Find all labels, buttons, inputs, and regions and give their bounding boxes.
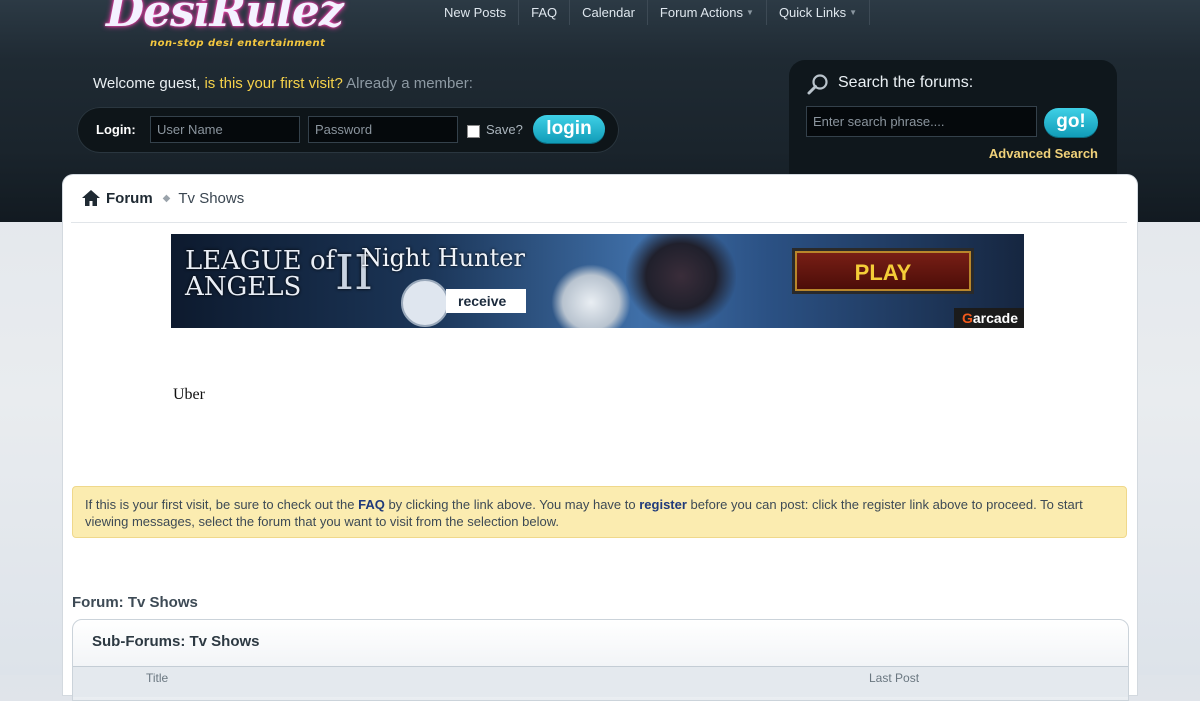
welcome-prefix: Welcome guest, [93,75,205,92]
chevron-down-icon: ▼ [746,8,754,17]
search-panel: Search the forums: go! Advanced Search [789,60,1117,190]
ad-brand-mark: G [961,310,973,326]
ad-headline: Night Hunter [361,244,525,272]
uber-text: Uber [173,386,205,403]
welcome-message: Welcome guest, is this your first visit?… [93,75,473,92]
already-member-text: Already a member: [346,75,473,92]
first-visit-notice: If this is your first visit, be sure to … [72,486,1127,538]
faq-link[interactable]: FAQ [358,497,385,512]
login-button[interactable]: login [533,115,605,143]
subforum-title: Sub-Forums: Tv Shows [92,633,260,650]
username-input[interactable] [150,116,300,143]
logo-tagline: non-stop desi entertainment [150,38,326,49]
breadcrumb-separator-icon: ◆ [162,192,171,204]
nav-new-posts-label: New Posts [444,5,507,20]
search-icon [807,74,828,95]
ad-game-logo: LEAGUE of ANGELS II [185,246,373,302]
logo-wordmark: DesiRulez [106,0,344,37]
ad-game-line1: LEAGUE of [185,246,336,276]
emblem-icon [401,279,449,327]
nav-quick-links[interactable]: Quick Links ▼ [767,0,871,25]
breadcrumb-home[interactable]: Forum [106,190,153,207]
hero-image [626,234,736,328]
ad-game-line2: ANGELS [185,272,302,302]
search-title: Search the forums: [838,74,974,91]
subforum-block: Sub-Forums: Tv Shows Title Last Post [72,619,1129,701]
nav-calendar[interactable]: Calendar [570,0,648,25]
breadcrumb-divider [71,222,1127,223]
ad-receive-label: receive [446,289,526,313]
nav-forum-actions-label: Forum Actions [659,5,744,20]
column-title: Title [146,671,169,685]
forum-heading: Forum: Tv Shows [72,594,198,611]
password-input[interactable] [308,116,458,143]
nav-faq-label: FAQ [531,5,558,20]
save-label: Save? [486,122,523,137]
ad-play-button[interactable]: PLAY [792,248,974,294]
nav-new-posts[interactable]: New Posts [432,0,520,25]
breadcrumb-current: Tv Shows [178,189,245,207]
wolf-image [551,264,631,328]
notice-text-2: by clicking the link above. You may have… [384,497,640,512]
nav-quick-links-label: Quick Links [778,5,847,20]
login-form: Login: Save? login [77,107,619,153]
nav-calendar-label: Calendar [582,5,635,20]
top-navigation: New Posts FAQ Calendar Forum Actions ▼ Qu… [432,0,871,25]
home-icon[interactable] [81,189,101,207]
subforum-column-header: Title Last Post [73,666,1128,697]
search-go-button[interactable]: go! [1044,108,1098,137]
first-visit-link[interactable]: is this your first visit? [204,75,342,92]
chevron-down-icon: ▼ [849,8,858,17]
ad-brand-text: arcade [972,310,1018,326]
nav-faq[interactable]: FAQ [519,0,571,25]
save-checkbox[interactable] [467,125,480,138]
search-input[interactable] [806,106,1037,137]
login-label: Login: [96,122,136,137]
main-content: Forum ◆ Tv Shows LEAGUE of ANGELS II Nig… [63,175,1137,701]
advanced-search-link[interactable]: Advanced Search [989,146,1098,161]
column-last-post: Last Post [869,671,920,685]
site-logo[interactable]: DesiRulez non-stop desi entertainment [100,0,380,56]
notice-text-1: If this is your first visit, be sure to … [85,497,359,512]
ad-banner[interactable]: LEAGUE of ANGELS II Night Hunter receive… [171,234,1024,328]
register-link[interactable]: register [639,497,687,512]
breadcrumb: Forum ◆ Tv Shows [81,189,244,207]
nav-forum-actions[interactable]: Forum Actions ▼ [648,0,767,25]
ad-brand-logo: Garcade [953,308,1024,328]
